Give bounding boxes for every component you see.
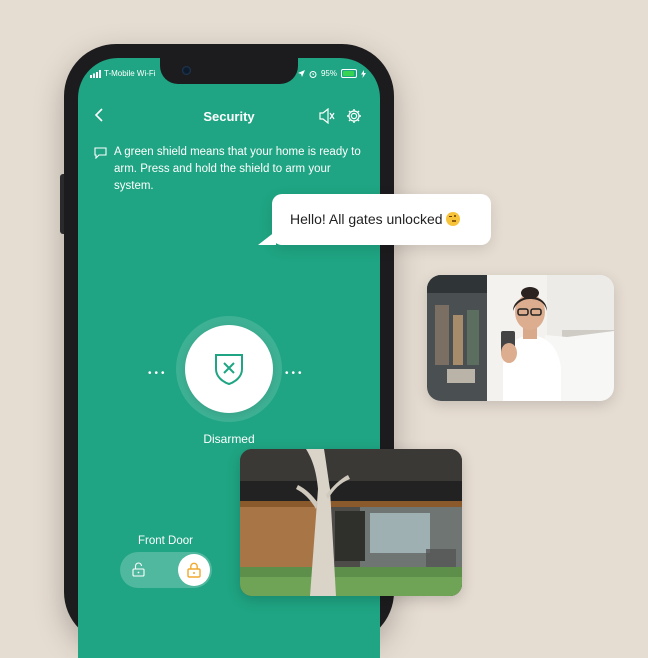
lock-icon bbox=[187, 562, 201, 578]
unlock-icon[interactable] bbox=[132, 562, 145, 582]
lock-button[interactable] bbox=[178, 554, 210, 586]
chat-bubble: Hello! All gates unlocked bbox=[258, 194, 491, 245]
signal-icon bbox=[90, 69, 101, 78]
hint-text: A green shield means that your home is r… bbox=[114, 146, 361, 192]
charging-icon bbox=[361, 69, 366, 78]
status-bar: T-Mobile Wi-Fi 95% bbox=[78, 68, 380, 82]
chat-message-text: Hello! All gates unlocked bbox=[290, 211, 443, 227]
arm-shield-button[interactable] bbox=[185, 325, 273, 413]
security-status: Disarmed bbox=[203, 432, 255, 446]
battery-percent: 95% bbox=[320, 69, 337, 78]
house-photo bbox=[240, 449, 462, 596]
arm-hint: A green shield means that your home is r… bbox=[94, 144, 370, 195]
speaker-icon[interactable] bbox=[318, 107, 336, 129]
shield-x-icon bbox=[215, 354, 243, 386]
carrier-label: T-Mobile Wi-Fi bbox=[104, 69, 156, 78]
battery-icon bbox=[341, 69, 357, 78]
right-dots: ••• bbox=[285, 368, 305, 379]
settings-gear-icon[interactable] bbox=[346, 108, 362, 129]
front-door-lock-toggle[interactable] bbox=[120, 552, 212, 588]
wink-emoji-icon bbox=[445, 212, 460, 226]
chat-message: Hello! All gates unlocked bbox=[290, 211, 460, 227]
left-dots: ••• bbox=[148, 368, 168, 379]
front-door-label: Front Door bbox=[138, 535, 193, 547]
alarm-icon bbox=[309, 70, 317, 78]
message-icon bbox=[94, 147, 107, 165]
person-photo bbox=[427, 275, 614, 401]
shield-ring bbox=[176, 316, 282, 422]
nav-bar: Security bbox=[78, 102, 380, 132]
location-icon bbox=[297, 70, 305, 77]
